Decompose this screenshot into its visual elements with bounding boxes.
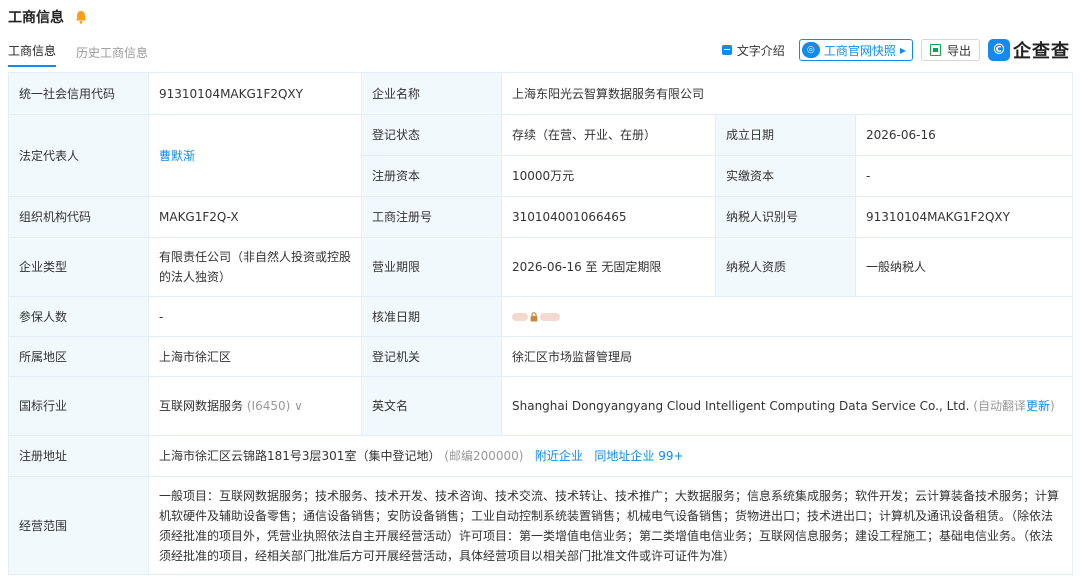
qcc-logo-text: 企查查 [1013,41,1070,62]
org-code-value: MAKG1F2Q-X [148,196,362,238]
blurred-value [512,312,528,321]
industry-value: 互联网数据服务 [159,399,244,413]
paid-capital-value: - [854,155,1074,197]
credit-code-label: 统一社会信用代码 [8,72,149,115]
english-name-cell: Shanghai Dongyangyang Cloud Intelligent … [500,376,1074,436]
english-name-label: 英文名 [361,376,502,436]
close-paren: ) [1049,399,1055,413]
company-name-value: 上海东阳光云智算数据服务有限公司 [500,72,1074,115]
legal-rep-cell: 曹默渐 [148,114,362,197]
approval-date-cell[interactable]: VIP [500,296,1074,337]
lock-icon [530,311,538,321]
nearby-companies-link[interactable]: 附近企业 [535,449,583,463]
biz-term-value: 2026-06-16 至 无固定期限 [501,237,716,297]
title-row: 工商信息 [8,6,88,28]
industry-label: 国标行业 [8,376,149,436]
excel-icon [929,44,941,56]
bell-icon[interactable] [74,9,88,25]
taxpayer-qual-value: 一般纳税人 [854,237,1074,297]
company-type-label: 企业类型 [8,237,149,297]
qcc-logo: © 企查查 [988,37,1070,63]
company-type-value: 有限责任公司（非自然人投资或控股的法人独资） [148,237,362,297]
reg-capital-label: 注册资本 [361,155,502,197]
insured-value: - [148,296,362,337]
industry-code: (I6450) [246,399,291,413]
auto-translate-note: (自动翻译 [973,399,1026,413]
approval-date-label: 核准日期 [361,296,502,337]
export-button[interactable]: 导出 [920,39,980,61]
region-label: 所属地区 [8,336,149,377]
approval-date-locked[interactable]: VIP [512,311,560,322]
english-name-value: Shanghai Dongyangyang Cloud Intelligent … [512,399,970,413]
founded-label: 成立日期 [715,114,856,156]
tab-business-info[interactable]: 工商信息 [8,42,57,67]
org-code-label: 组织机构代码 [8,196,149,238]
reg-capital-value: 10000万元 [501,155,716,197]
table-row: 国标行业 互联网数据服务 (I6450) ∨ 英文名 Shanghai Dong… [8,376,1074,436]
snapshot-icon: ◎ [801,42,820,58]
document-icon [721,45,732,55]
postcode: (邮编200000) [444,449,524,463]
taxpayer-id-value: 91310104MAKG1F2QXY [854,196,1074,238]
scope-value: 一般项目：互联网数据服务；技术服务、技术开发、技术咨询、技术交流、技术转让、技术… [147,476,1074,575]
paid-capital-label: 实缴资本 [715,155,856,197]
biz-reg-no-label: 工商注册号 [361,196,502,238]
chevron-down-icon[interactable]: ∨ [294,399,303,413]
region-value: 上海市徐汇区 [148,336,362,377]
tab-bar: 工商信息 历史工商信息 [8,42,168,67]
same-address-companies-link[interactable]: 同地址企业 99+ [594,449,683,463]
legal-rep-label: 法定代表人 [8,114,149,197]
biz-reg-no-value: 310104001066465 [501,196,716,238]
founded-value: 2026-06-16 [854,114,1074,156]
vip-blurred-label: VIP [540,312,560,321]
authority-label: 登记机关 [361,336,502,377]
official-snapshot-label: 工商官网快照 [823,43,896,58]
address-cell: 上海市徐汇区云锦路181号3层301室（集中登记地） (邮编200000) 附近… [147,435,1074,477]
taxpayer-id-label: 纳税人识别号 [715,196,856,238]
scope-label: 经营范围 [8,476,149,575]
toolbar: 文字介绍 ◎ 工商官网快照 ▶ 导出 © 企查查 [721,37,1070,63]
text-intro-label: 文字介绍 [736,43,785,58]
company-name-label: 企业名称 [361,72,502,115]
status-label: 登记状态 [361,114,502,156]
legal-rep-link[interactable]: 曹默渐 [159,149,195,163]
update-link[interactable]: 更新 [1026,399,1050,413]
status-value: 存续（在营、开业、在册） [501,114,716,156]
official-snapshot-button[interactable]: ◎ 工商官网快照 ▶ [798,39,913,61]
table-row: 法定代表人 曹默渐 登记状态 存续（在营、开业、在册） 成立日期 2026-06… [8,114,1074,197]
table-row: 注册地址 上海市徐汇区云锦路181号3层301室（集中登记地） (邮编20000… [8,435,1074,477]
export-label: 导出 [946,43,971,58]
address-label: 注册地址 [8,435,149,477]
insured-label: 参保人数 [8,296,149,337]
table-row: 统一社会信用代码 91310104MAKG1F2QXY 企业名称 上海东阳光云智… [8,72,1074,115]
taxpayer-qual-label: 纳税人资质 [715,237,856,297]
authority-value: 徐汇区市场监督管理局 [500,336,1074,377]
table-row: 企业类型 有限责任公司（非自然人投资或控股的法人独资） 营业期限 2026-06… [8,237,1074,297]
biz-term-label: 营业期限 [361,237,502,297]
qcc-logo-icon: © [988,39,1010,61]
tab-history-business-info[interactable]: 历史工商信息 [76,44,148,67]
page-title: 工商信息 [8,10,64,26]
address-value: 上海市徐汇区云锦路181号3层301室（集中登记地） [159,449,441,463]
table-row: 经营范围 一般项目：互联网数据服务；技术服务、技术开发、技术咨询、技术交流、技术… [8,476,1074,575]
business-info-table: 统一社会信用代码 91310104MAKG1F2QXY 企业名称 上海东阳光云智… [8,72,1074,575]
industry-cell[interactable]: 互联网数据服务 (I6450) ∨ [148,376,362,436]
text-intro-button[interactable]: 文字介绍 [721,42,785,59]
caret-right-icon: ▶ [899,45,906,55]
credit-code-value: 91310104MAKG1F2QXY [148,72,362,115]
table-row: 组织机构代码 MAKG1F2Q-X 工商注册号 310104001066465 … [8,196,1074,238]
table-row: 所属地区 上海市徐汇区 登记机关 徐汇区市场监督管理局 [8,336,1074,377]
table-row: 参保人数 - 核准日期 VIP [8,296,1074,337]
